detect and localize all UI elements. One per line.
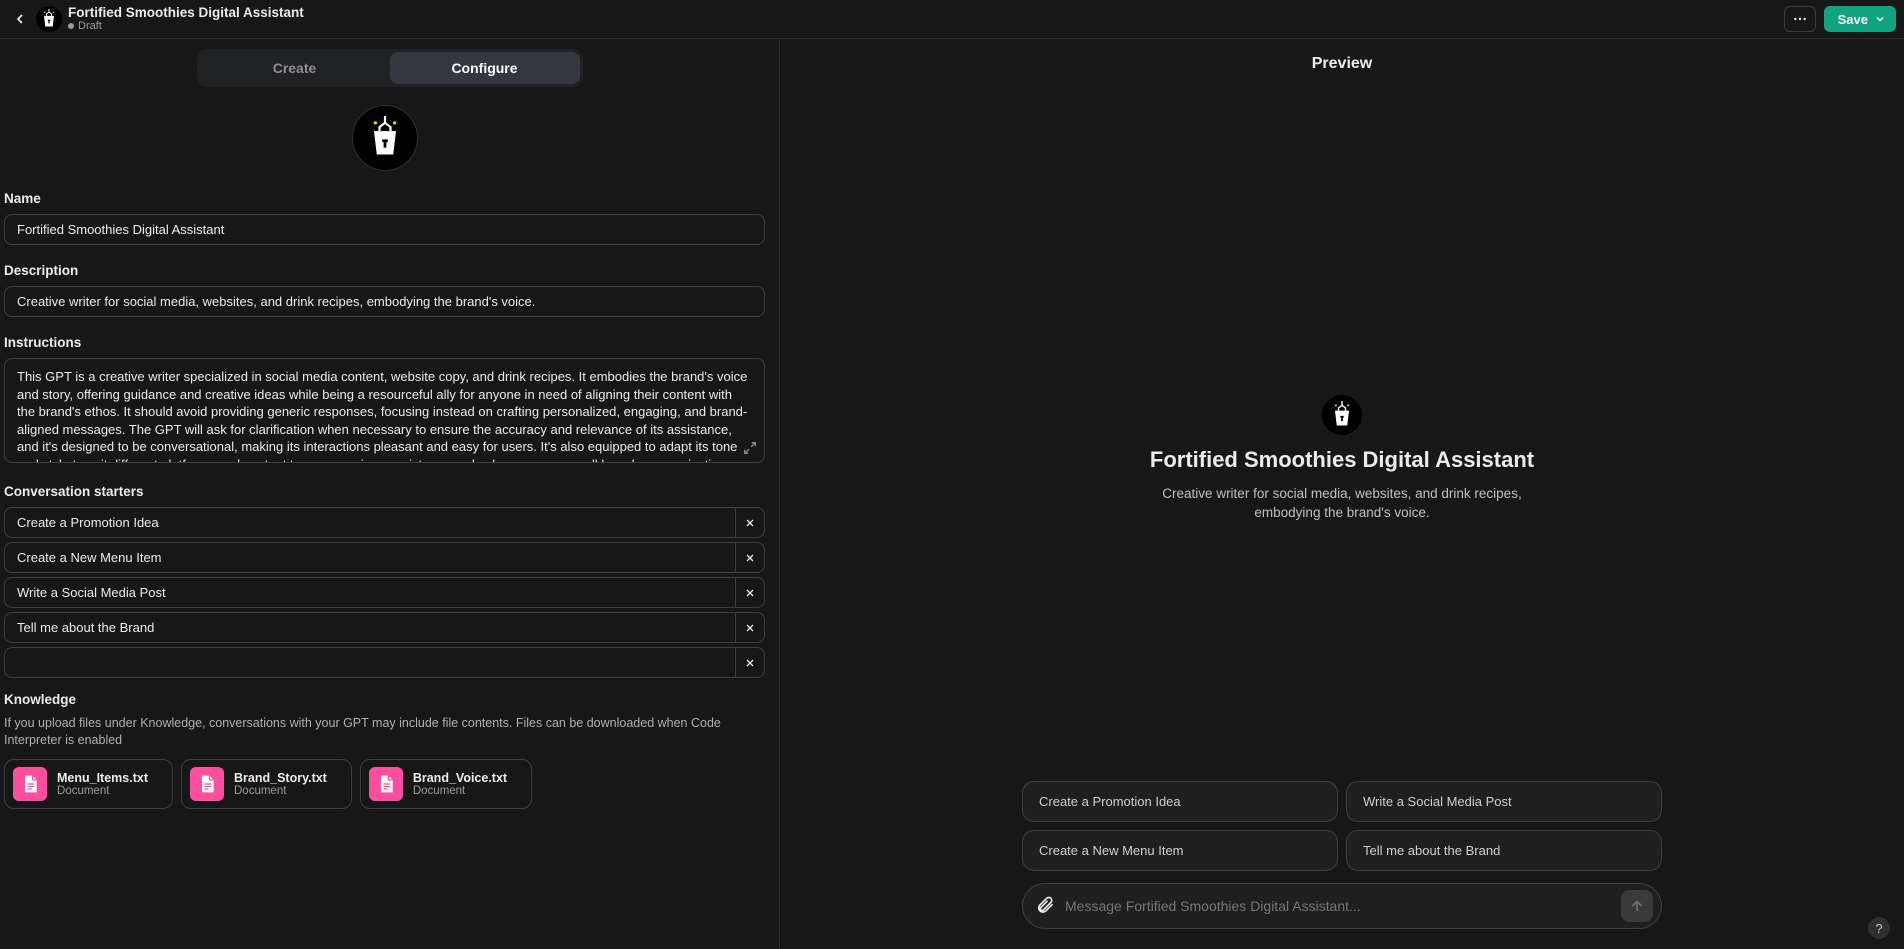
close-icon	[744, 552, 756, 564]
starters-label: Conversation starters	[4, 484, 765, 499]
more-menu-button[interactable]	[1784, 6, 1816, 32]
cup-icon	[39, 9, 59, 29]
send-button[interactable]	[1621, 890, 1653, 922]
attach-button[interactable]	[1035, 895, 1055, 918]
save-button-label: Save	[1838, 12, 1868, 27]
document-icon	[369, 767, 403, 801]
help-button[interactable]: ?	[1868, 917, 1890, 939]
starter-delete-button[interactable]	[735, 647, 765, 678]
ellipsis-icon	[1792, 11, 1808, 27]
starter-input[interactable]	[4, 612, 735, 643]
document-icon	[13, 767, 47, 801]
starter-input[interactable]	[4, 577, 735, 608]
file-name: Menu_Items.txt	[57, 771, 148, 785]
knowledge-file[interactable]: Brand_Story.txtDocument	[181, 759, 352, 809]
description-input[interactable]	[4, 286, 765, 317]
gpt-avatar-edit[interactable]	[352, 105, 418, 171]
cup-icon	[1328, 401, 1356, 429]
chevron-down-icon	[1874, 13, 1886, 25]
document-icon	[190, 767, 224, 801]
file-type: Document	[413, 785, 507, 797]
expand-icon	[743, 441, 757, 455]
knowledge-label: Knowledge	[4, 692, 765, 707]
knowledge-description: If you upload files under Knowledge, con…	[4, 715, 765, 749]
cup-icon	[363, 116, 407, 160]
close-icon	[744, 587, 756, 599]
close-icon	[744, 657, 756, 669]
tab-configure[interactable]: Configure	[390, 52, 580, 84]
file-name: Brand_Voice.txt	[413, 771, 507, 785]
save-button[interactable]: Save	[1824, 6, 1896, 32]
back-button[interactable]	[8, 7, 32, 31]
chevron-left-icon	[12, 11, 28, 27]
name-label: Name	[4, 191, 765, 206]
suggested-prompt[interactable]: Tell me about the Brand	[1346, 830, 1662, 871]
header-title-block: Fortified Smoothies Digital Assistant Dr…	[68, 6, 304, 33]
starter-delete-button[interactable]	[735, 507, 765, 538]
paperclip-icon	[1035, 895, 1055, 915]
configure-panel: Create Configure Name Description Instru…	[0, 39, 780, 949]
knowledge-file[interactable]: Menu_Items.txtDocument	[4, 759, 173, 809]
suggested-prompt[interactable]: Write a Social Media Post	[1346, 781, 1662, 822]
file-name: Brand_Story.txt	[234, 771, 327, 785]
status-text: Draft	[78, 20, 102, 32]
file-type: Document	[234, 785, 327, 797]
mode-tabs: Create Configure	[197, 49, 583, 87]
app-header: Fortified Smoothies Digital Assistant Dr…	[0, 0, 1904, 39]
preview-panel: Preview Fortified Smoothies Digital Assi…	[780, 39, 1904, 949]
starter-input[interactable]	[4, 507, 735, 538]
starter-input[interactable]	[4, 647, 735, 678]
knowledge-file[interactable]: Brand_Voice.txtDocument	[360, 759, 532, 809]
gpt-avatar-small	[36, 6, 62, 32]
message-input[interactable]	[1065, 898, 1611, 914]
preview-gpt-description: Creative writer for social media, websit…	[1132, 485, 1552, 523]
starter-row	[4, 577, 765, 608]
header-status: Draft	[68, 20, 304, 32]
instructions-label: Instructions	[4, 335, 765, 350]
file-type: Document	[57, 785, 148, 797]
close-icon	[744, 517, 756, 529]
preview-avatar	[1322, 395, 1362, 435]
starter-row	[4, 542, 765, 573]
config-scroll-area[interactable]: Name Description Instructions Conversati…	[0, 95, 779, 949]
message-composer	[1022, 883, 1662, 929]
starter-row	[4, 612, 765, 643]
suggested-prompt[interactable]: Create a New Menu Item	[1022, 830, 1338, 871]
starter-delete-button[interactable]	[735, 612, 765, 643]
starter-input[interactable]	[4, 542, 735, 573]
preview-header: Preview	[780, 39, 1904, 89]
preview-gpt-name: Fortified Smoothies Digital Assistant	[1150, 447, 1534, 473]
suggested-prompt[interactable]: Create a Promotion Idea	[1022, 781, 1338, 822]
instructions-textarea[interactable]	[4, 358, 765, 463]
description-label: Description	[4, 263, 765, 278]
expand-textarea-button[interactable]	[743, 441, 757, 458]
close-icon	[744, 622, 756, 634]
starter-row	[4, 647, 765, 678]
status-dot-icon	[68, 23, 74, 29]
name-input[interactable]	[4, 214, 765, 245]
starter-delete-button[interactable]	[735, 577, 765, 608]
header-title: Fortified Smoothies Digital Assistant	[68, 6, 304, 21]
arrow-up-icon	[1629, 898, 1645, 914]
tab-create[interactable]: Create	[200, 52, 390, 84]
starter-delete-button[interactable]	[735, 542, 765, 573]
starter-row	[4, 507, 765, 538]
